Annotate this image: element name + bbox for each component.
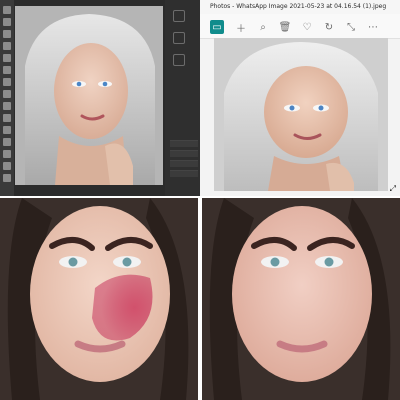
photoshop-panels [165, 0, 200, 196]
brush-tool-icon[interactable] [3, 90, 11, 98]
photoshop-canvas [15, 6, 163, 185]
history-panel-icon[interactable] [173, 54, 185, 66]
photos-window: Photos - WhatsApp Image 2021-05-23 at 04… [200, 0, 400, 196]
layer-row[interactable] [170, 170, 198, 177]
photos-toolbar: ▭ ＋ ⌕ 🗑 ♡ ↻ ⤡ ⋯ [200, 14, 400, 39]
marquee-tool-icon[interactable] [3, 18, 11, 26]
photo-view [214, 38, 388, 191]
delete-icon[interactable]: 🗑 [278, 20, 292, 34]
heart-icon[interactable]: ♡ [300, 20, 314, 34]
history-brush-tool-icon[interactable] [3, 114, 11, 122]
portrait-image-older-woman-edited [214, 38, 388, 191]
photos-titlebar: Photos - WhatsApp Image 2021-05-23 at 04… [200, 0, 400, 14]
lasso-tool-icon[interactable] [3, 30, 11, 38]
adjustments-panel-icon[interactable] [173, 10, 185, 22]
pen-tool-icon[interactable] [3, 174, 11, 182]
magic-wand-tool-icon[interactable] [3, 42, 11, 50]
crop-tool-icon[interactable] [3, 54, 11, 62]
photoshop-toolbar [0, 0, 14, 196]
blur-tool-icon[interactable] [3, 150, 11, 158]
window-title: Photos - WhatsApp Image 2021-05-23 at 04… [210, 3, 387, 10]
zoom-in-icon[interactable]: ⌕ [256, 20, 270, 34]
layer-row[interactable] [170, 140, 198, 147]
move-tool-icon[interactable] [3, 6, 11, 14]
dodge-tool-icon[interactable] [3, 162, 11, 170]
eyedropper-tool-icon[interactable] [3, 66, 11, 74]
layer-row[interactable] [170, 160, 198, 167]
clone-stamp-tool-icon[interactable] [3, 102, 11, 110]
more-icon[interactable]: ⋯ [366, 20, 380, 34]
portrait-image-older-woman [15, 6, 163, 185]
before-image [0, 198, 198, 400]
portrait-image-after [202, 198, 400, 400]
photo-icon[interactable]: ▭ [210, 20, 224, 34]
photoshop-workspace [0, 0, 200, 196]
after-image [202, 198, 400, 400]
plus-icon[interactable]: ＋ [234, 20, 248, 35]
resize-handle-icon[interactable]: ⤢ [390, 184, 396, 194]
portrait-image-before [0, 198, 198, 400]
gradient-tool-icon[interactable] [3, 138, 11, 146]
rotate-icon[interactable]: ↻ [322, 20, 336, 34]
crop-icon[interactable]: ⤡ [344, 20, 358, 34]
healing-brush-tool-icon[interactable] [3, 78, 11, 86]
eraser-tool-icon[interactable] [3, 126, 11, 134]
layers-panel-icon[interactable] [173, 32, 185, 44]
layer-row[interactable] [170, 150, 198, 157]
